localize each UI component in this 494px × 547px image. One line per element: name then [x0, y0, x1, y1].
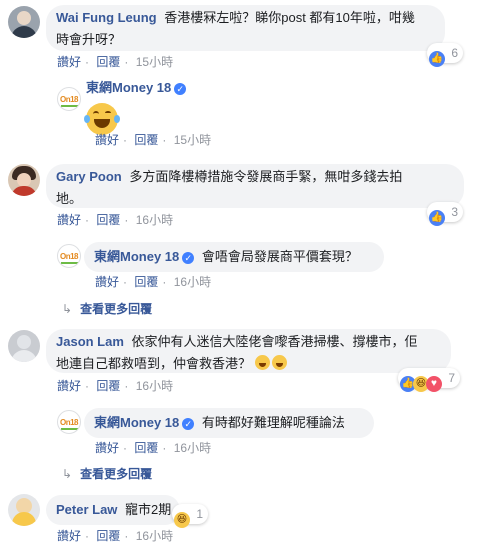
like-link[interactable]: 讚好 [95, 441, 119, 455]
verified-badge-icon: ✓ [182, 252, 195, 264]
reaction-count: 6 [451, 46, 459, 60]
reply-actions: 讚好 · 回覆 · 16小時 [95, 441, 212, 455]
reaction-summary[interactable]: 👍 6 [427, 43, 464, 67]
reply-arrow-icon: ↳ [62, 302, 73, 316]
comment-text: Peter Law 寵市2期 [56, 499, 171, 521]
avatar-face [17, 173, 31, 187]
like-link[interactable]: 讚好 [95, 133, 119, 147]
comment-body-line2: 地。 [56, 191, 83, 206]
love-icon: ♥ [426, 376, 442, 392]
like-icon: 👍 [429, 51, 445, 67]
comment-body-line1: 寵市2期 [125, 502, 172, 517]
comment-body-line2: 地連自己都救唔到，仲會救香港？ [56, 356, 252, 371]
commenter-name[interactable]: Wai Fung Leung [56, 10, 157, 25]
replier-name[interactable]: 東網Money 18 [86, 80, 171, 95]
avatar-face [17, 11, 31, 25]
reply-link[interactable]: 回覆 [96, 55, 120, 69]
avatar-money18[interactable]: On18 [57, 410, 81, 434]
grinning-emoji-icon [254, 355, 270, 370]
view-more-replies-link[interactable]: ↳ 查看更多回覆 [62, 300, 152, 317]
reaction-count: 7 [448, 371, 456, 385]
avatar-gary-poon[interactable] [8, 164, 40, 196]
reply-link[interactable]: 回覆 [96, 379, 120, 393]
view-more-replies-label: 查看更多回覆 [80, 302, 153, 316]
reply-arrow-icon: ↳ [62, 467, 73, 481]
reply-text: 東網Money 18 ✓ 會唔會局發展商平價套現？ [94, 246, 358, 268]
reaction-summary[interactable]: 👍 😆 ♥ 7 [398, 368, 461, 392]
like-link[interactable]: 讚好 [57, 529, 81, 543]
reply-time[interactable]: 15小時 [174, 133, 211, 147]
comment-time[interactable]: 16小時 [136, 379, 173, 393]
like-link[interactable]: 讚好 [57, 379, 81, 393]
reaction-summary[interactable]: 😆 1 [172, 504, 209, 528]
comment-actions: 讚好 · 回覆 · 16小時 [57, 213, 174, 227]
emoji-mouth [94, 119, 110, 128]
emoji-tear [84, 115, 90, 123]
commenter-name[interactable]: Peter Law [56, 502, 117, 517]
avatar-jason-lam[interactable] [8, 330, 40, 362]
avatar-head [17, 335, 31, 349]
comment-text: Wai Fung Leung 香港樓冧左啦？睇你post 都有10年啦，咁幾 時… [56, 7, 436, 51]
reply-text: 東網Money 18 ✓ 有時都好難理解呢種論法 [94, 412, 345, 434]
avatar-money18[interactable]: On18 [57, 244, 81, 268]
logo-underline [61, 105, 79, 107]
avatar-body [12, 512, 36, 526]
laughing-tears-emoji-icon [84, 103, 120, 135]
avatar-body [11, 186, 37, 196]
comment-actions: 讚好 · 回覆 · 16小時 [57, 529, 174, 543]
reply-link[interactable]: 回覆 [134, 441, 158, 455]
reaction-count: 3 [451, 205, 459, 219]
logo-underline [61, 428, 79, 430]
logo-text: On18 [60, 418, 79, 427]
logo-text: On18 [60, 252, 79, 261]
like-link[interactable]: 讚好 [57, 213, 81, 227]
view-more-replies-label: 查看更多回覆 [80, 467, 153, 481]
comment-body-line1: 依家仲有人迷信大陸佬會嚟香港掃樓、撐樓市，佢 [131, 334, 418, 349]
reply-actions: 讚好 · 回覆 · 15小時 [95, 133, 212, 147]
reply-link[interactable]: 回覆 [134, 275, 158, 289]
reply-link[interactable]: 回覆 [134, 133, 158, 147]
emoji-eye [105, 111, 111, 115]
emoji-tear [114, 115, 120, 123]
comment-text: Jason Lam 依家仲有人迷信大陸佬會嚟香港掃樓、撐樓市，佢 地連自己都救唔… [56, 331, 446, 375]
view-more-replies-link[interactable]: ↳ 查看更多回覆 [62, 465, 152, 482]
reaction-count: 1 [196, 507, 204, 521]
haha-icon: 😆 [174, 512, 190, 528]
comment-time[interactable]: 16小時 [136, 213, 173, 227]
verified-badge-icon: ✓ [182, 418, 195, 430]
like-icon: 👍 [429, 210, 445, 226]
comment-body-line1: 多方面降樓樽措施令發展商手緊，無咁多錢去拍 [129, 169, 403, 184]
reply-actions: 讚好 · 回覆 · 16小時 [95, 275, 212, 289]
reply-name-line: 東網Money 18 ✓ [86, 77, 187, 99]
avatar-peter-law[interactable] [8, 494, 40, 526]
avatar-body [11, 350, 37, 362]
grinning-emoji-icon [271, 355, 287, 370]
like-link[interactable]: 讚好 [57, 55, 81, 69]
comment-body-line1: 香港樓冧左啦？睇你post 都有10年啦，咁幾 [164, 10, 415, 25]
comment-time[interactable]: 15小時 [136, 55, 173, 69]
reaction-summary[interactable]: 👍 3 [427, 202, 464, 226]
reply-link[interactable]: 回覆 [96, 529, 120, 543]
commenter-name[interactable]: Gary Poon [56, 169, 122, 184]
verified-badge-icon: ✓ [174, 83, 187, 95]
comment-actions: 讚好 · 回覆 · 16小時 [57, 379, 174, 393]
like-link[interactable]: 讚好 [95, 275, 119, 289]
avatar-money18[interactable]: On18 [57, 87, 81, 111]
reply-time[interactable]: 16小時 [174, 441, 211, 455]
avatar-body [11, 26, 37, 38]
comment-body-line2: 時會升呀？ [56, 32, 122, 47]
reply-link[interactable]: 回覆 [96, 213, 120, 227]
reply-body: 會唔會局發展商平價套現？ [201, 249, 358, 264]
comment-text: Gary Poon 多方面降樓樽措施令發展商手緊，無咁多錢去拍 地。 [56, 166, 456, 210]
logo-text: On18 [60, 95, 79, 104]
comment-time[interactable]: 16小時 [136, 529, 173, 543]
avatar-wai-fung-leung[interactable] [8, 6, 40, 38]
reply-body: 有時都好難理解呢種論法 [201, 415, 345, 430]
replier-name[interactable]: 東網Money 18 [94, 249, 179, 264]
reply-time[interactable]: 16小時 [174, 275, 211, 289]
commenter-name[interactable]: Jason Lam [56, 334, 124, 349]
replier-name[interactable]: 東網Money 18 [94, 415, 179, 430]
comment-actions: 讚好 · 回覆 · 15小時 [57, 55, 174, 69]
logo-underline [61, 262, 79, 264]
